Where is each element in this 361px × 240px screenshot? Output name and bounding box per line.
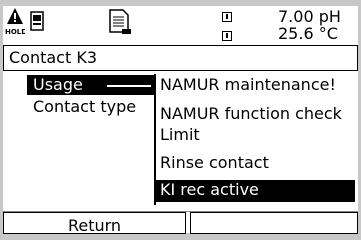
temperature-reading: 25.6 °C [278, 24, 338, 43]
right-softkey[interactable] [190, 212, 358, 234]
option-namur-maintenance[interactable]: NAMUR maintenance! [160, 75, 336, 95]
measurement-icon [222, 31, 232, 41]
hold-label: HOLD [5, 28, 25, 36]
softkey-bar: Return [3, 211, 358, 235]
option-rinse-contact[interactable]: Rinse contact [160, 153, 269, 173]
title-bar: Contact K3 [3, 45, 358, 71]
document-icon [109, 9, 131, 34]
left-frame [0, 0, 3, 240]
usage-dropdown: NAMUR maintenance! NAMUR function check … [154, 74, 357, 205]
option-namur-function-check[interactable]: NAMUR function check [160, 104, 342, 124]
menu-item-label: Usage [33, 75, 83, 94]
bottom-frame [0, 233, 361, 240]
page-title: Contact K3 [9, 48, 98, 67]
selection-connector [107, 85, 151, 87]
return-label: Return [67, 216, 122, 235]
top-frame [0, 0, 361, 6]
menu-item-label: Contact type [33, 97, 137, 116]
return-button[interactable]: Return [3, 212, 186, 235]
option-ki-rec-active[interactable]: KI rec active [156, 180, 355, 202]
card-icon [30, 11, 44, 31]
measurement-icon [222, 12, 232, 22]
hold-icon: HOLD [5, 8, 25, 36]
menu-item-contact-type[interactable]: Contact type [33, 97, 136, 117]
option-limit[interactable]: Limit [160, 125, 200, 145]
device-screen: HOLD 7.00 pH 25.6 °C Contact K3 Usage Co… [0, 0, 361, 240]
